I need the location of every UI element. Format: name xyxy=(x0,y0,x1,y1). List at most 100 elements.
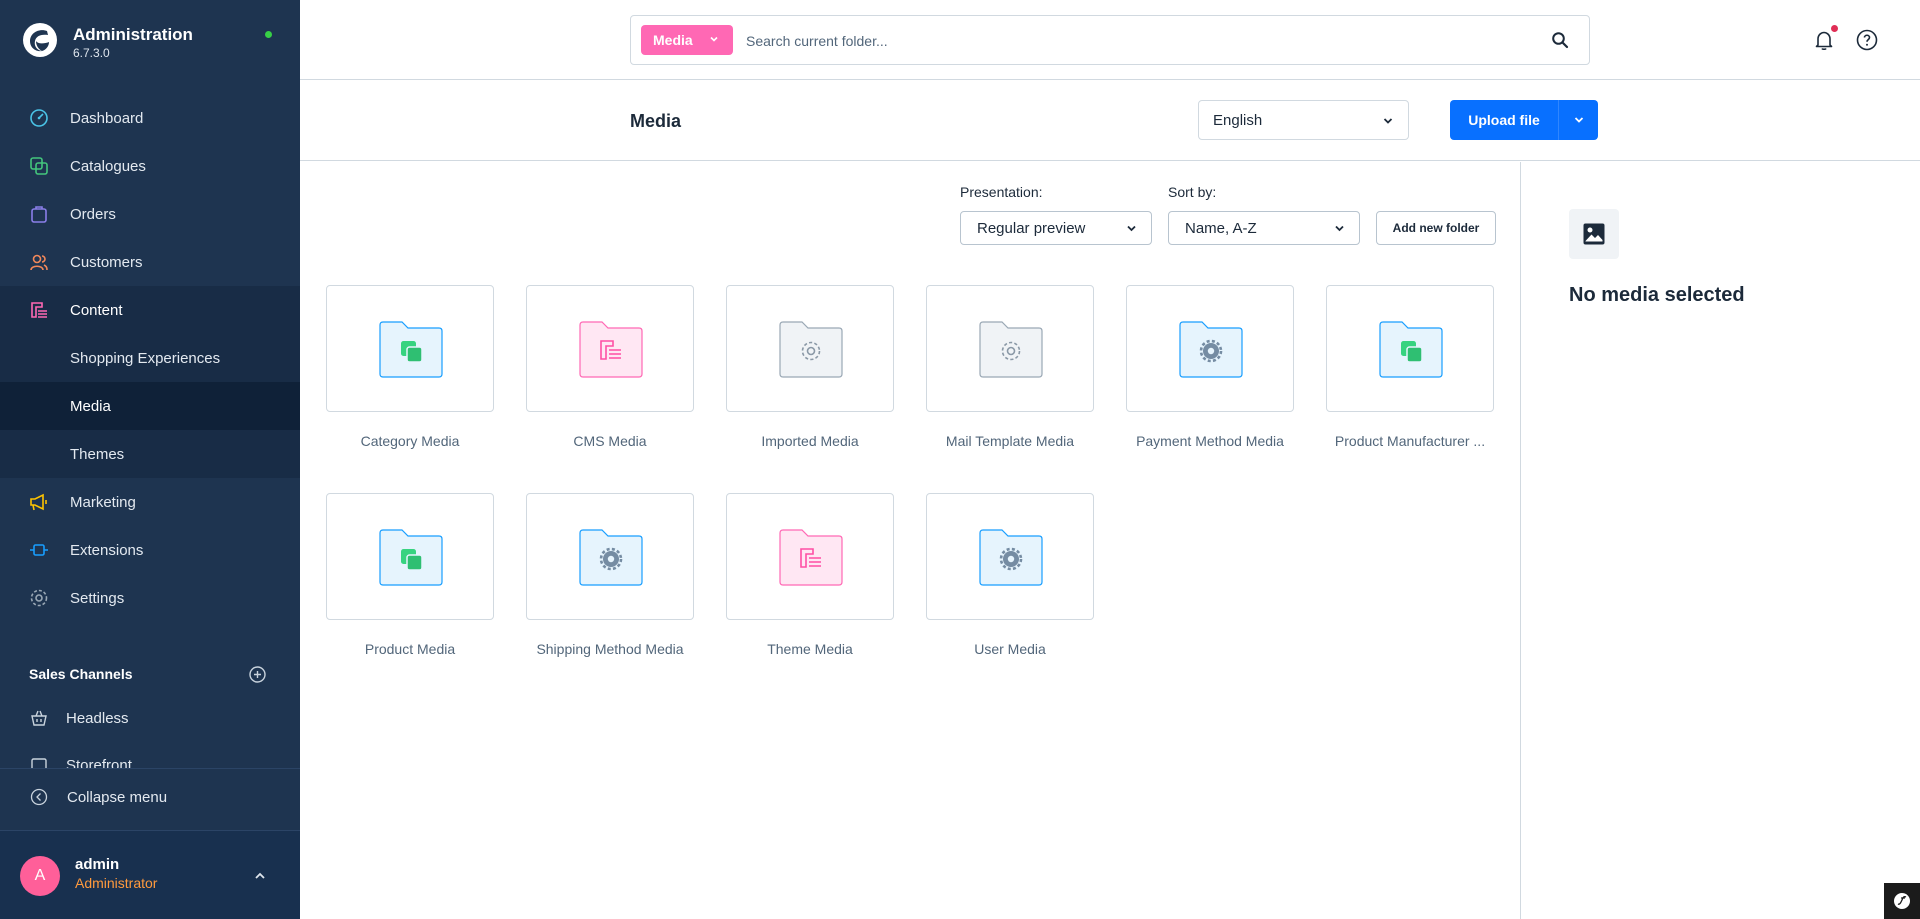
chevron-up-icon[interactable] xyxy=(253,869,267,883)
symfony-icon xyxy=(1894,893,1910,909)
sales-channel-label: Headless xyxy=(66,709,129,727)
add-folder-label: Add new folder xyxy=(1392,221,1480,235)
add-sales-channel-icon[interactable] xyxy=(249,666,266,683)
extensions-icon xyxy=(28,539,50,561)
add-new-folder-button[interactable]: Add new folder xyxy=(1376,211,1496,245)
sidebar-item-label: Extensions xyxy=(70,541,144,559)
folder-content-icon xyxy=(579,321,643,378)
folder-thumbnail xyxy=(526,493,694,620)
sidebar-item-shopping-experiences[interactable]: Shopping Experiences xyxy=(0,334,300,382)
user-menu[interactable]: A admin Administrator xyxy=(0,830,300,919)
presentation-select[interactable]: Regular preview xyxy=(960,211,1152,245)
folder-name: Payment Method Media xyxy=(1136,433,1284,449)
language-switch[interactable]: English xyxy=(1198,100,1409,140)
folder-thumbnail xyxy=(1326,285,1494,412)
media-library: Presentation: Regular preview Sort by: N… xyxy=(300,162,1520,919)
sales-channel-headless[interactable]: Headless xyxy=(0,694,300,742)
sidebar-item-orders[interactable]: Orders xyxy=(0,190,300,238)
sidebar-item-label: Content xyxy=(70,301,123,319)
folder-thumbnail xyxy=(526,285,694,412)
page-header: Media English Upload file xyxy=(300,81,1920,161)
sales-channel-label: Storefront xyxy=(66,757,132,768)
page-title: Media xyxy=(630,111,682,131)
search-input[interactable] xyxy=(746,28,1526,54)
presentation-label: Presentation: xyxy=(960,184,1043,200)
storefront-icon xyxy=(28,754,50,768)
user-name: admin xyxy=(75,856,120,873)
orders-icon xyxy=(28,203,50,225)
sidebar-item-label: Dashboard xyxy=(70,109,144,127)
sidebar-item-settings[interactable]: Settings xyxy=(0,574,300,622)
collapse-menu-label: Collapse menu xyxy=(67,789,168,806)
search-icon[interactable] xyxy=(1551,31,1569,49)
presentation-value: Regular preview xyxy=(977,219,1086,237)
top-bar: Media xyxy=(300,0,1920,80)
folder-thumbnail xyxy=(726,285,894,412)
search-type-dropdown[interactable]: Media xyxy=(641,25,733,55)
collapse-menu-button[interactable]: Collapse menu xyxy=(0,780,300,814)
sidebar: Administration 6.7.3.0 Dashboard Catalog… xyxy=(0,0,300,919)
sidebar-header: Administration 6.7.3.0 xyxy=(0,0,300,80)
folder-catalogue-icon xyxy=(379,529,443,586)
online-status-dot xyxy=(265,31,272,38)
chevron-down-icon xyxy=(1383,118,1393,124)
sort-label: Sort by: xyxy=(1168,184,1217,200)
sidebar-item-label: Media xyxy=(70,397,111,415)
folder-thumbnail xyxy=(1126,285,1294,412)
media-sidebar: No media selected xyxy=(1520,162,1920,919)
sidebar-item-label: Themes xyxy=(70,445,125,463)
folder-thumbnail xyxy=(926,285,1094,412)
folder-thumbnail xyxy=(726,493,894,620)
media-preview-placeholder xyxy=(1569,209,1619,259)
sidebar-item-label: Marketing xyxy=(70,493,136,511)
image-icon xyxy=(1583,223,1605,245)
folder-name: User Media xyxy=(974,641,1046,657)
avatar: A xyxy=(20,856,60,896)
sidebar-item-customers[interactable]: Customers xyxy=(0,238,300,286)
sort-select[interactable]: Name, A-Z xyxy=(1168,211,1360,245)
folder-gear-icon xyxy=(1179,321,1243,378)
folder-gear-icon xyxy=(779,321,843,378)
folder-name: Mail Template Media xyxy=(945,433,1075,449)
settings-icon xyxy=(28,587,50,609)
search-type-label: Media xyxy=(653,32,693,48)
customers-icon xyxy=(28,251,50,273)
folder-catalogue-icon xyxy=(379,321,443,378)
sidebar-item-marketing[interactable]: Marketing xyxy=(0,478,300,526)
chevron-down-icon xyxy=(1574,117,1583,123)
user-role: Administrator xyxy=(75,875,158,891)
sidebar-item-label: Shopping Experiences xyxy=(70,349,221,367)
folder-thumbnail xyxy=(326,285,494,412)
sales-channel-storefront[interactable]: Storefront xyxy=(0,742,300,768)
app-version: 6.7.3.0 xyxy=(73,46,110,60)
dashboard-icon xyxy=(28,107,50,129)
sidebar-item-label: Settings xyxy=(70,589,125,607)
folder-content-icon xyxy=(779,529,843,586)
sidebar-item-themes[interactable]: Themes xyxy=(0,430,300,478)
sidebar-item-content[interactable]: Content xyxy=(0,286,300,334)
chevron-down-icon xyxy=(1335,225,1344,232)
language-value: English xyxy=(1213,111,1263,129)
shopware-logo-icon[interactable] xyxy=(22,22,58,58)
folder-name: CMS Media xyxy=(573,433,647,449)
chevron-left-circle-icon xyxy=(30,788,48,806)
folder-thumbnail xyxy=(926,493,1094,620)
basket-icon xyxy=(28,707,50,729)
sidebar-item-dashboard[interactable]: Dashboard xyxy=(0,94,300,142)
help-icon[interactable] xyxy=(1856,29,1878,51)
sort-value: Name, A-Z xyxy=(1185,219,1257,237)
sidebar-item-label: Customers xyxy=(70,253,143,271)
sales-channels-title: Sales Channels xyxy=(29,666,133,682)
sidebar-item-catalogues[interactable]: Catalogues xyxy=(0,142,300,190)
upload-options-button[interactable] xyxy=(1558,100,1598,140)
sidebar-item-extensions[interactable]: Extensions xyxy=(0,526,300,574)
catalogues-icon xyxy=(28,155,50,177)
upload-file-button[interactable]: Upload file xyxy=(1450,100,1558,140)
sidebar-divider xyxy=(0,768,300,769)
symfony-toolbar-toggle[interactable] xyxy=(1884,883,1920,919)
sidebar-item-media[interactable]: Media xyxy=(0,382,300,430)
folder-name: Product Manufacturer ... xyxy=(1334,433,1486,449)
no-media-selected-text: No media selected xyxy=(1569,284,1745,306)
sidebar-item-label: Orders xyxy=(70,205,116,223)
sidebar-item-label: Catalogues xyxy=(70,157,146,175)
